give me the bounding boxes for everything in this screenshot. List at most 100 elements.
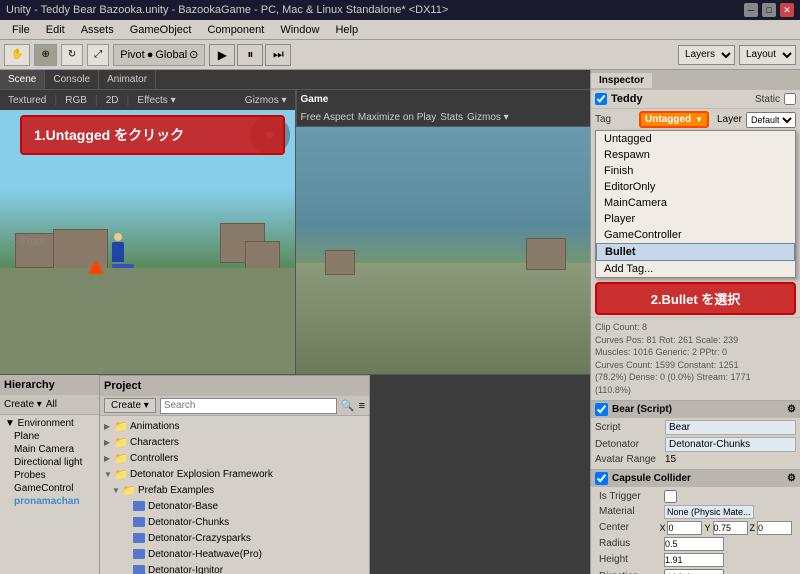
step-button[interactable]: ⏭ bbox=[265, 44, 291, 66]
2d-btn[interactable]: 2D bbox=[102, 95, 123, 106]
folder-characters[interactable]: ▶ 📁 Characters bbox=[102, 434, 367, 450]
capsule-checkbox[interactable] bbox=[595, 472, 608, 485]
move-tool[interactable]: ⊕ bbox=[34, 44, 56, 66]
dropdown-item-bullet[interactable]: Bullet bbox=[596, 243, 795, 261]
game-viewport[interactable] bbox=[296, 127, 591, 374]
folder-prefab-examples[interactable]: ▼ 📁 Prefab Examples bbox=[102, 482, 367, 498]
maximize-button[interactable]: □ bbox=[762, 3, 776, 17]
dropdown-item-respawn[interactable]: Respawn bbox=[596, 147, 795, 163]
layer-select[interactable]: Default bbox=[746, 112, 796, 128]
capsule-gear[interactable]: ⚙ bbox=[787, 473, 796, 484]
scale-tool[interactable]: ⤢ bbox=[87, 44, 109, 66]
dropdown-item-gamecontroller[interactable]: GameController bbox=[596, 227, 795, 243]
bottom-panels: Hierarchy Create ▾ All ▼ Environment Pla… bbox=[0, 374, 590, 574]
play-button[interactable]: ▶ bbox=[209, 44, 235, 66]
tag-dropdown-trigger[interactable]: Untagged ▼ bbox=[639, 111, 709, 128]
bear-script-checkbox[interactable] bbox=[595, 403, 608, 416]
folder-detonator[interactable]: ▼ 📁 Detonator Explosion Framework bbox=[102, 466, 367, 482]
rotate-tool[interactable]: ↻ bbox=[61, 44, 83, 66]
title-bar-buttons: ─ □ ✕ bbox=[744, 3, 794, 17]
hier-item-directional[interactable]: Directional light bbox=[2, 456, 97, 469]
tag-dropdown-menu: Untagged Respawn Finish EditorOnly MainC… bbox=[595, 130, 796, 278]
gizmos-game-btn[interactable]: Gizmos ▾ bbox=[467, 112, 509, 123]
dropdown-item-maincamera[interactable]: MainCamera bbox=[596, 195, 795, 211]
hier-item-plane[interactable]: Plane bbox=[2, 430, 97, 443]
dropdown-item-addtag[interactable]: Add Tag... bbox=[596, 261, 795, 277]
static-checkbox[interactable] bbox=[784, 93, 796, 105]
hier-create-btn[interactable]: Create ▾ bbox=[4, 399, 42, 410]
menu-help[interactable]: Help bbox=[327, 22, 366, 38]
game-tab[interactable]: Game bbox=[301, 94, 329, 105]
dropdown-item-finish[interactable]: Finish bbox=[596, 163, 795, 179]
close-button[interactable]: ✕ bbox=[780, 3, 794, 17]
cx-input[interactable] bbox=[667, 521, 702, 535]
file-detonator-heatwave[interactable]: Detonator-Heatwave(Pro) bbox=[102, 546, 367, 562]
project-tree: ▶ 📁 Animations ▶ 📁 Characters ▶ 📁 C bbox=[100, 416, 369, 574]
script-value: Bear bbox=[665, 420, 796, 435]
scene-viewport[interactable]: ← Front ⊕ 1.Un bbox=[0, 110, 295, 374]
annotation-step1: 1.Untagged をクリック bbox=[34, 127, 184, 143]
hierarchy-title: Hierarchy bbox=[4, 379, 55, 391]
maximize-btn[interactable]: Maximize on Play bbox=[358, 112, 436, 123]
capsule-collider-header[interactable]: Capsule Collider ⚙ bbox=[591, 469, 800, 487]
menu-assets[interactable]: Assets bbox=[73, 22, 122, 38]
hierarchy-list: ▼ Environment Plane Main Camera Directio… bbox=[0, 415, 99, 510]
hier-item-gamecontrol[interactable]: GameControl bbox=[2, 482, 97, 495]
bear-script-title: Bear (Script) bbox=[612, 404, 672, 415]
menu-component[interactable]: Component bbox=[199, 22, 272, 38]
file-detonator-chunks[interactable]: Detonator-Chunks bbox=[102, 514, 367, 530]
stats-btn[interactable]: Stats bbox=[440, 112, 463, 123]
scene-toolbar: Textured | RGB | 2D | Effects ▾ Gizmos ▾ bbox=[0, 90, 295, 110]
minimize-button[interactable]: ─ bbox=[744, 3, 758, 17]
file-detonator-base[interactable]: Detonator-Base bbox=[102, 498, 367, 514]
pause-button[interactable]: ⏸ bbox=[237, 44, 263, 66]
gizmos-btn[interactable]: Gizmos ▾ bbox=[241, 95, 291, 106]
avatar-value: 15 bbox=[665, 454, 700, 465]
file-detonator-crazysparks[interactable]: Detonator-Crazysparks bbox=[102, 530, 367, 546]
folder-controllers[interactable]: ▶ 📁 Controllers bbox=[102, 450, 367, 466]
hier-item-probes[interactable]: Probes bbox=[2, 469, 97, 482]
pivot-global-toggle[interactable]: Pivot ● Global ⊙ bbox=[113, 44, 205, 66]
menu-edit[interactable]: Edit bbox=[38, 22, 73, 38]
hand-tool[interactable]: ✋ bbox=[4, 44, 30, 66]
effects-btn[interactable]: Effects ▾ bbox=[133, 95, 179, 106]
bear-script-gear[interactable]: ⚙ bbox=[787, 404, 796, 415]
radius-input[interactable] bbox=[664, 537, 724, 551]
menu-file[interactable]: File bbox=[4, 22, 38, 38]
menu-gameobject[interactable]: GameObject bbox=[122, 22, 200, 38]
hier-item-pronamachan[interactable]: pronamachan bbox=[2, 495, 97, 508]
direction-select[interactable]: Y-Axis bbox=[664, 569, 724, 574]
project-search-icon[interactable]: 🔍 bbox=[341, 399, 355, 412]
hier-item-environment[interactable]: ▼ Environment bbox=[2, 417, 97, 430]
inspector-tab[interactable]: Inspector bbox=[591, 73, 652, 88]
cz-input[interactable] bbox=[757, 521, 792, 535]
textured-btn[interactable]: Textured bbox=[4, 95, 50, 106]
tab-scene[interactable]: Scene bbox=[0, 70, 45, 89]
dropdown-item-editoronly[interactable]: EditorOnly bbox=[596, 179, 795, 195]
inspector-panel: Inspector Teddy Static Tag Untagged ▼ La… bbox=[590, 70, 800, 574]
aspect-label[interactable]: Free Aspect bbox=[301, 112, 354, 123]
height-input[interactable] bbox=[664, 553, 724, 567]
static-label: Static bbox=[755, 94, 780, 105]
project-create-btn[interactable]: Create ▾ bbox=[104, 398, 156, 413]
inspector-tab-bar: Inspector bbox=[591, 70, 800, 90]
object-active-checkbox[interactable] bbox=[595, 93, 607, 105]
dropdown-item-untagged[interactable]: Untagged bbox=[596, 131, 795, 147]
menu-window[interactable]: Window bbox=[272, 22, 327, 38]
bear-script-header[interactable]: Bear (Script) ⚙ bbox=[591, 400, 800, 418]
hier-item-maincamera[interactable]: Main Camera bbox=[2, 443, 97, 456]
trigger-checkbox[interactable] bbox=[664, 490, 677, 503]
dropdown-item-player[interactable]: Player bbox=[596, 211, 795, 227]
project-grid-icon[interactable]: ≡ bbox=[359, 400, 365, 412]
height-label: Height bbox=[599, 554, 664, 565]
project-search[interactable] bbox=[160, 398, 337, 414]
layout-select[interactable]: Layout bbox=[739, 45, 796, 65]
layers-select[interactable]: Layers bbox=[678, 45, 735, 65]
file-detonator-ignitor-label: Detonator-Ignitor bbox=[148, 565, 223, 574]
global-icon: ⊙ bbox=[189, 48, 198, 61]
tab-console[interactable]: Console bbox=[45, 70, 99, 89]
folder-animations[interactable]: ▶ 📁 Animations bbox=[102, 418, 367, 434]
cy-input[interactable] bbox=[713, 521, 748, 535]
tab-animator[interactable]: Animator bbox=[99, 70, 156, 89]
rgb-btn[interactable]: RGB bbox=[61, 95, 91, 106]
